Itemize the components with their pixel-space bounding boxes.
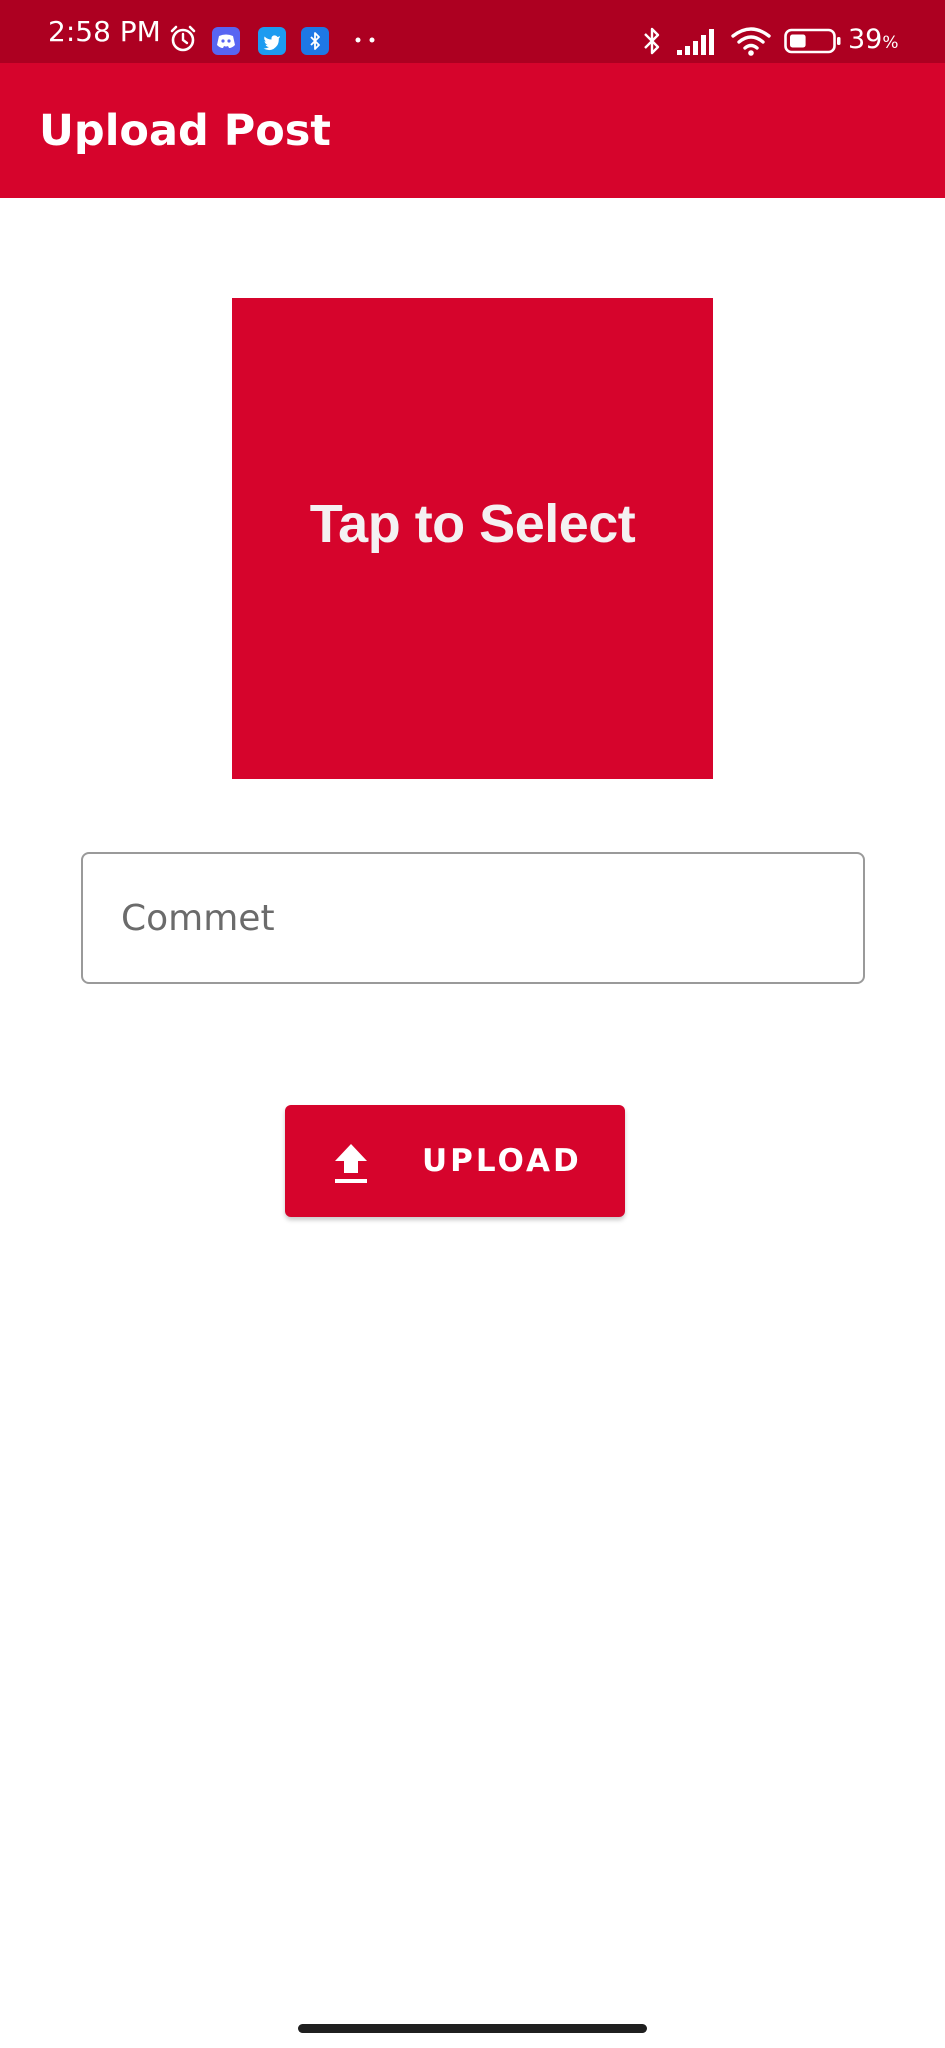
battery-icon: [784, 28, 841, 54]
more-dots-icon: [355, 37, 375, 43]
battery-percent-unit: %: [882, 33, 899, 53]
comment-input[interactable]: [121, 854, 821, 982]
wifi-icon: [731, 27, 771, 56]
image-picker[interactable]: Tap to Select: [232, 298, 713, 779]
status-bar: 2:58 PM 39%: [0, 0, 945, 63]
alarm-icon: [170, 25, 196, 52]
upload-icon: [335, 1144, 367, 1183]
app-bar: Upload Post: [0, 63, 945, 198]
status-time: 2:58 PM: [48, 15, 161, 48]
image-picker-label: Tap to Select: [309, 493, 636, 554]
discord-icon: [212, 27, 240, 55]
upload-button[interactable]: UPLOAD: [285, 1105, 625, 1217]
battery-percent: 39%: [848, 24, 899, 55]
comment-field[interactable]: [81, 852, 865, 984]
home-indicator[interactable]: [298, 2024, 647, 2033]
upload-button-label: UPLOAD: [422, 1143, 582, 1179]
bluetooth-app-icon: [301, 27, 329, 55]
signal-icon: [677, 29, 714, 55]
bluetooth-icon: [644, 27, 660, 55]
page-title: Upload Post: [39, 106, 331, 156]
twitter-icon: [258, 27, 286, 55]
